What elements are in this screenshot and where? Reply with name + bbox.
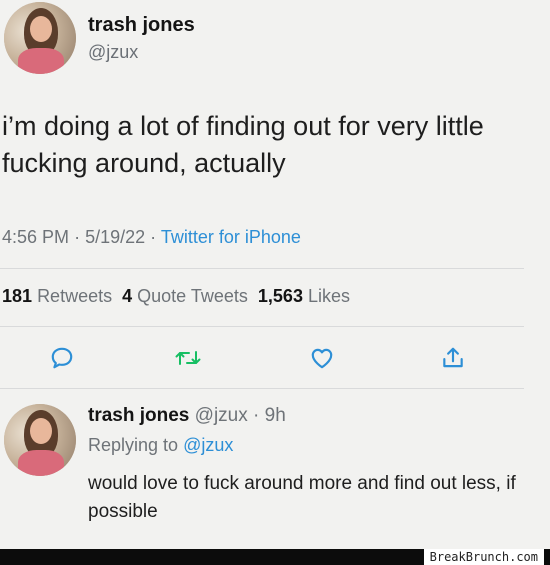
- retweet-button[interactable]: [172, 342, 204, 374]
- tweet-time[interactable]: 4:56 PM: [2, 227, 69, 247]
- retweets-label: Retweets: [37, 286, 113, 306]
- tweet-actions: [0, 342, 524, 374]
- tweet-source[interactable]: Twitter for iPhone: [161, 227, 301, 247]
- author-handle[interactable]: @jzux: [88, 42, 138, 63]
- quotes-label: Quote Tweets: [137, 286, 248, 306]
- divider: [0, 326, 524, 327]
- replying-prefix: Replying to: [88, 435, 179, 455]
- retweet-icon: [175, 351, 201, 365]
- reply-button[interactable]: [46, 342, 78, 374]
- share-button[interactable]: [437, 342, 469, 374]
- bottom-bar: BreakBrunch.com: [0, 549, 550, 565]
- quotes-count: 4: [122, 286, 133, 306]
- watermark: BreakBrunch.com: [423, 549, 544, 565]
- likes-count: 1,563: [257, 286, 303, 306]
- reply-header: trash jones @jzux · 9h: [88, 405, 286, 427]
- tweet-stats: 181 Retweets 4 Quote Tweets 1,563 Likes: [2, 286, 350, 307]
- quotes-stat[interactable]: 4 Quote Tweets: [122, 286, 248, 306]
- retweets-stat[interactable]: 181 Retweets: [2, 286, 112, 306]
- divider: [0, 268, 524, 269]
- likes-stat[interactable]: 1,563 Likes: [258, 286, 350, 306]
- author-name[interactable]: trash jones: [88, 14, 195, 37]
- reply-age[interactable]: 9h: [265, 405, 286, 426]
- replying-to-handle[interactable]: @jzux: [183, 435, 233, 455]
- reply-author-name[interactable]: trash jones: [88, 405, 189, 426]
- reply-text: would love to fuck around more and find …: [88, 473, 516, 522]
- divider: [0, 388, 524, 389]
- like-button[interactable]: [306, 342, 338, 374]
- reply-author-avatar[interactable]: [4, 404, 76, 476]
- reply-icon: [51, 347, 73, 369]
- meta-separator: ·: [74, 227, 86, 247]
- retweets-count: 181: [2, 286, 33, 306]
- meta-separator: ·: [150, 227, 161, 247]
- author-avatar[interactable]: [4, 2, 76, 74]
- tweet-text: i’m doing a lot of finding out for very …: [2, 111, 484, 178]
- tweet-date[interactable]: 5/19/22: [85, 227, 145, 247]
- share-icon: [443, 347, 463, 368]
- like-icon: [311, 348, 333, 369]
- reply-author-handle[interactable]: @jzux: [195, 405, 248, 426]
- tweet-meta: 4:56 PM · 5/19/22 · Twitter for iPhone: [2, 227, 301, 248]
- likes-label: Likes: [307, 286, 350, 306]
- meta-separator: ·: [247, 405, 265, 426]
- replying-to: Replying to @jzux: [88, 435, 233, 456]
